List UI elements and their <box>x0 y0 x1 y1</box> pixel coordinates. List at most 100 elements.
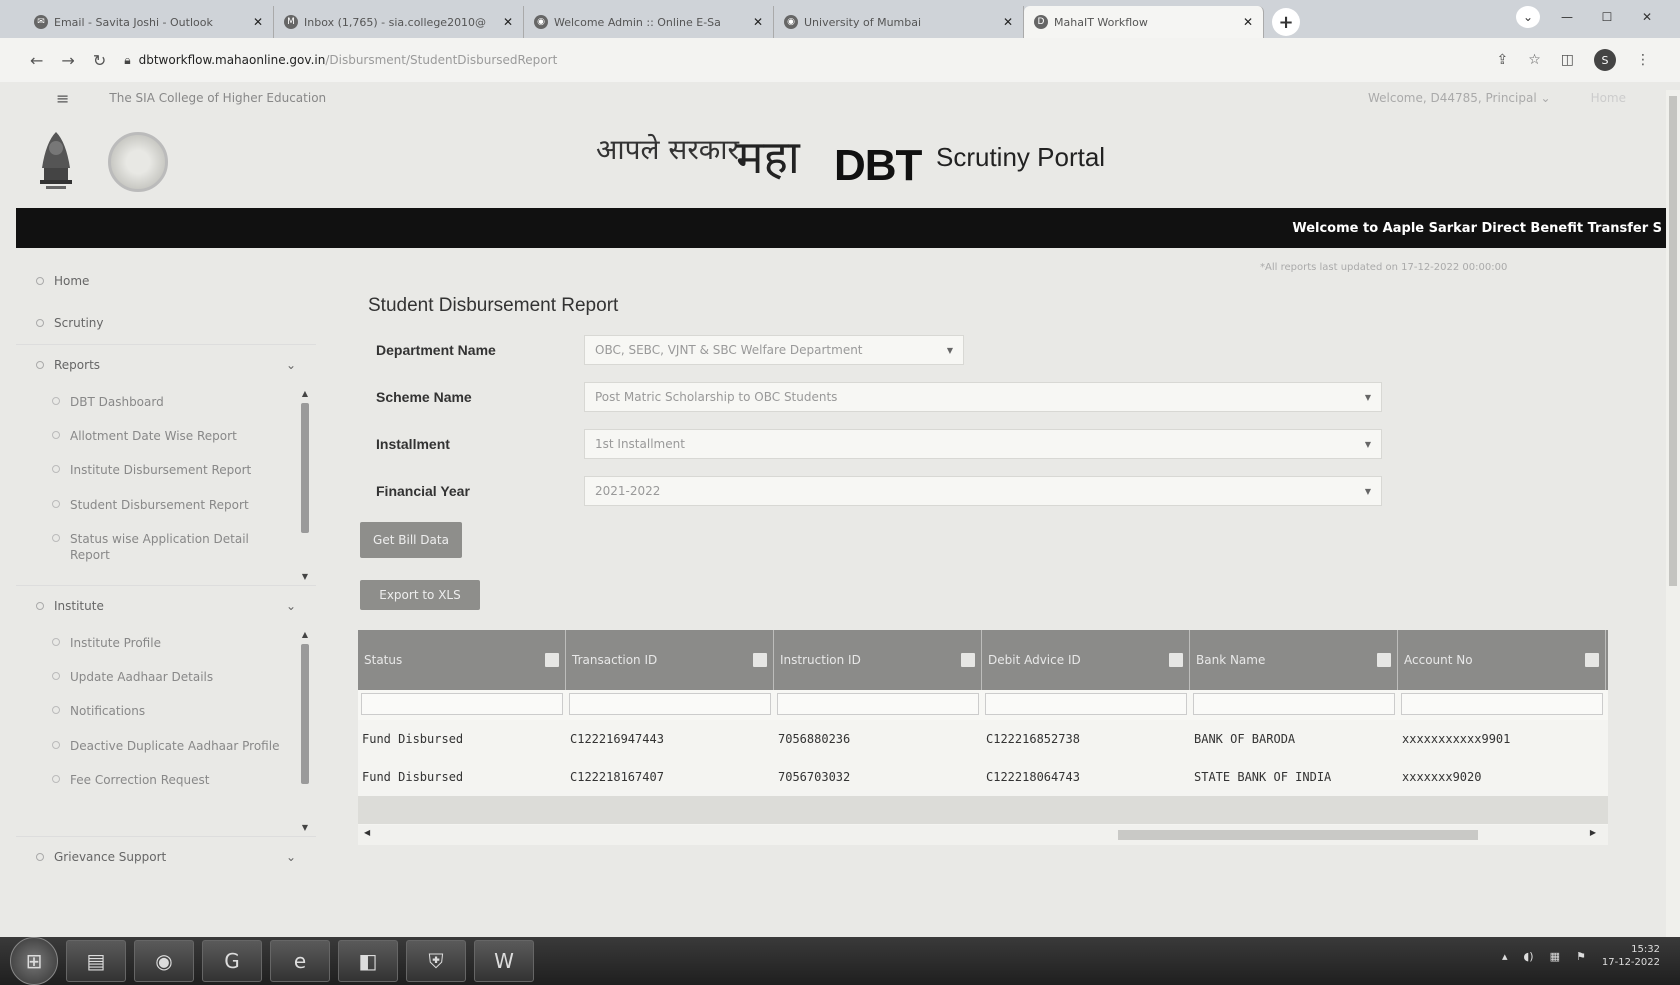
sidebar-item-status-wise-report[interactable]: Status wise Application Detail Report <box>16 522 296 572</box>
filter-transaction-id-input[interactable] <box>569 693 771 715</box>
volume-icon[interactable]: ◖) <box>1524 950 1534 963</box>
hamburger-icon[interactable]: ≡ <box>56 89 69 108</box>
new-tab-button[interactable]: + <box>1272 8 1300 36</box>
sidebar-item-dbt-dashboard[interactable]: DBT Dashboard <box>16 385 296 419</box>
filter-account-no-input[interactable] <box>1401 693 1603 715</box>
app-icon[interactable]: ◧ <box>338 940 398 982</box>
sidebar-item-allotment-report[interactable]: Allotment Date Wise Report <box>16 419 296 453</box>
column-menu-icon[interactable] <box>1585 653 1599 667</box>
home-link[interactable]: Home <box>1591 91 1626 105</box>
sidebar-section-label: Grievance Support <box>54 850 167 864</box>
scrollbar-thumb[interactable] <box>1118 830 1478 840</box>
word-icon[interactable]: W <box>474 940 534 982</box>
internet-explorer-icon[interactable]: e <box>270 940 330 982</box>
start-button[interactable]: ⊞ <box>10 937 58 985</box>
column-menu-icon[interactable] <box>1377 653 1391 667</box>
filter-instruction-id-input[interactable] <box>777 693 979 715</box>
chrome-icon[interactable]: G <box>202 940 262 982</box>
table-row[interactable]: Fund Disbursed C122218167407 7056703032 … <box>358 758 1608 796</box>
column-menu-icon[interactable] <box>753 653 767 667</box>
sidebar-item-student-disbursement[interactable]: Student Disbursement Report <box>16 488 296 522</box>
column-header-debit-advice-id[interactable]: Debit Advice ID <box>982 630 1190 690</box>
profile-avatar[interactable]: S <box>1594 49 1616 71</box>
scheme-label: Scheme Name <box>376 389 472 405</box>
sidebar-scrollbar[interactable]: ▲ ▼ <box>300 389 310 581</box>
star-icon[interactable]: ☆ <box>1528 52 1541 68</box>
scroll-left-icon[interactable]: ◀ <box>364 828 370 837</box>
get-bill-data-button[interactable]: Get Bill Data <box>360 522 462 558</box>
column-header-bank-name[interactable]: Bank Name <box>1190 630 1398 690</box>
export-xls-button[interactable]: Export to XLS <box>360 580 480 610</box>
scrollbar-thumb[interactable] <box>301 403 309 533</box>
installment-select[interactable]: 1st Installment ▼ <box>584 429 1382 459</box>
scroll-down-icon[interactable]: ▼ <box>300 823 310 832</box>
tray-arrow-icon[interactable]: ▴ <box>1502 950 1508 963</box>
scroll-right-icon[interactable]: ▶ <box>1590 828 1596 837</box>
filter-bank-name-input[interactable] <box>1193 693 1395 715</box>
sidebar-section-grievance[interactable]: Grievance Support ⌄ <box>16 837 316 877</box>
flag-icon[interactable]: ⚑ <box>1576 950 1586 963</box>
circle-icon <box>36 602 44 610</box>
url-field[interactable]: 🔒︎ dbtworkflow.mahaonline.gov.in/Disburs… <box>124 53 1478 68</box>
column-header-status[interactable]: Status <box>358 630 566 690</box>
sidebar-item-fee-correction[interactable]: Fee Correction Request <box>16 763 296 797</box>
close-icon[interactable]: ✕ <box>253 15 263 29</box>
kebab-menu-icon[interactable]: ⋮ <box>1636 52 1650 68</box>
share-icon[interactable]: ⇪ <box>1496 52 1508 68</box>
sidebar-section-reports[interactable]: Reports ⌄ <box>16 345 316 385</box>
sidepanel-icon[interactable]: ◫ <box>1561 52 1574 68</box>
shield-icon[interactable]: ⛨ <box>406 940 466 982</box>
maximize-icon[interactable]: ☐ <box>1594 6 1620 28</box>
sidebar-item-institute-disbursement[interactable]: Institute Disbursement Report <box>16 453 296 487</box>
browser-tab[interactable]: M Inbox (1,765) - sia.college2010@ ✕ <box>274 6 524 38</box>
media-player-icon[interactable]: ◉ <box>134 940 194 982</box>
chevron-down-icon: ▼ <box>946 345 953 355</box>
browser-tab-active[interactable]: D MahaIT Workflow ✕ <box>1024 6 1264 38</box>
scrollbar-thumb[interactable] <box>301 644 309 784</box>
close-icon[interactable]: ✕ <box>1243 15 1253 29</box>
column-menu-icon[interactable] <box>1169 653 1183 667</box>
scroll-up-icon[interactable]: ▲ <box>300 630 310 639</box>
close-icon[interactable]: ✕ <box>1003 15 1013 29</box>
page-scrollbar[interactable] <box>1666 90 1680 940</box>
department-select[interactable]: OBC, SEBC, VJNT & SBC Welfare Department… <box>584 335 964 365</box>
scroll-up-icon[interactable]: ▲ <box>300 389 310 398</box>
sidebar-item-deactive-duplicate[interactable]: Deactive Duplicate Aadhaar Profile <box>16 729 296 763</box>
chevron-down-icon[interactable]: ⌄ <box>1516 6 1540 28</box>
user-menu[interactable]: Welcome, D44785, Principal ⌄ <box>1368 91 1551 105</box>
sidebar-item-update-aadhaar[interactable]: Update Aadhaar Details <box>16 660 296 694</box>
scroll-down-icon[interactable]: ▼ <box>300 572 310 581</box>
column-header-account-no[interactable]: Account No <box>1398 630 1606 690</box>
filter-status-input[interactable] <box>361 693 563 715</box>
filter-debit-advice-id-input[interactable] <box>985 693 1187 715</box>
grid-horizontal-scrollbar[interactable]: ◀ ▶ <box>358 825 1608 845</box>
clock[interactable]: 15:32 17-12-2022 <box>1602 943 1660 969</box>
reload-icon[interactable]: ↻ <box>93 51 106 70</box>
sidebar-item-notifications[interactable]: Notifications <box>16 694 296 728</box>
column-header-instruction-id[interactable]: Instruction ID <box>774 630 982 690</box>
sidebar-item-scrutiny[interactable]: Scrutiny <box>16 302 316 344</box>
sidebar-section-institute[interactable]: Institute ⌄ <box>16 586 316 626</box>
scheme-select[interactable]: Post Matric Scholarship to OBC Students … <box>584 382 1382 412</box>
table-row[interactable]: Fund Disbursed C122216947443 7056880236 … <box>358 720 1608 758</box>
network-icon[interactable]: ▦ <box>1550 950 1560 963</box>
sidebar-item-home[interactable]: Home <box>16 260 316 302</box>
browser-tab[interactable]: ✉ Email - Savita Joshi - Outlook ✕ <box>24 6 274 38</box>
national-emblem-icon <box>40 132 72 189</box>
column-menu-icon[interactable] <box>545 653 559 667</box>
close-icon[interactable]: ✕ <box>753 15 763 29</box>
column-menu-icon[interactable] <box>961 653 975 667</box>
browser-tab[interactable]: ◉ Welcome Admin :: Online E-Sa ✕ <box>524 6 774 38</box>
financial-year-select[interactable]: 2021-2022 ▼ <box>584 476 1382 506</box>
file-explorer-icon[interactable]: ▤ <box>66 940 126 982</box>
sidebar-item-institute-profile[interactable]: Institute Profile <box>16 626 296 660</box>
forward-icon[interactable]: → <box>61 51 74 70</box>
back-icon[interactable]: ← <box>30 51 43 70</box>
scrollbar-thumb[interactable] <box>1669 96 1677 586</box>
browser-tab[interactable]: ◉ University of Mumbai ✕ <box>774 6 1024 38</box>
sidebar-scrollbar[interactable]: ▲ ▼ <box>300 630 310 832</box>
close-icon[interactable]: ✕ <box>503 15 513 29</box>
close-window-icon[interactable]: ✕ <box>1634 6 1660 28</box>
minimize-icon[interactable]: — <box>1554 6 1580 28</box>
column-header-transaction-id[interactable]: Transaction ID <box>566 630 774 690</box>
